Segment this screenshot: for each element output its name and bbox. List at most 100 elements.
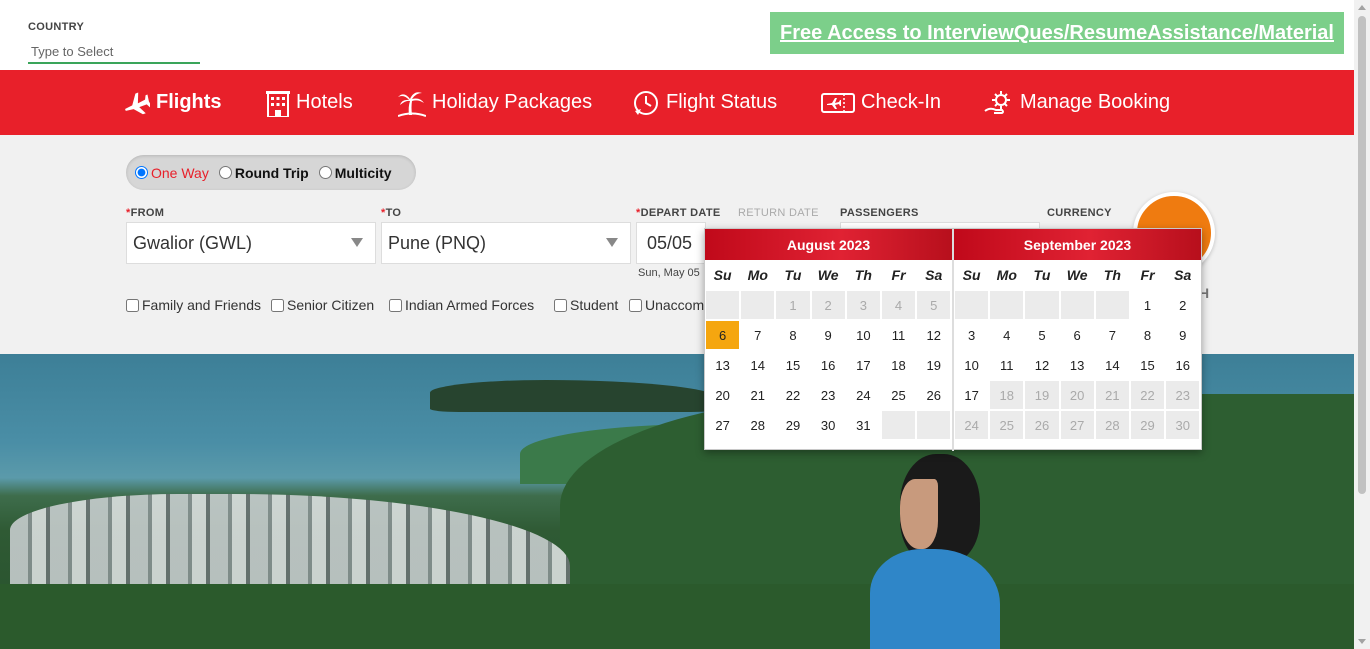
promo-banner[interactable]: Free Access to InterviewQues/ResumeAssis… bbox=[770, 12, 1344, 54]
calendar-day[interactable]: 20 bbox=[705, 380, 741, 410]
airplane-icon bbox=[122, 90, 150, 116]
calendar-day[interactable]: 11 bbox=[989, 350, 1025, 380]
page-scrollbar[interactable] bbox=[1354, 0, 1370, 649]
scrollbar-thumb[interactable] bbox=[1358, 16, 1366, 494]
discount-student[interactable]: Student bbox=[554, 297, 618, 313]
depart-date-input[interactable]: 05/05 bbox=[636, 222, 706, 264]
calendar-day[interactable]: 15 bbox=[775, 350, 811, 380]
calendar-day[interactable]: 16 bbox=[1165, 350, 1201, 380]
country-label: COUNTRY bbox=[28, 21, 85, 33]
calendar-day[interactable]: 12 bbox=[1024, 350, 1060, 380]
calendar-day[interactable]: 10 bbox=[954, 350, 990, 380]
calendar-day[interactable]: 30 bbox=[810, 410, 846, 440]
calendar-day[interactable]: 9 bbox=[1165, 320, 1201, 350]
discount-family-friends-checkbox[interactable] bbox=[126, 298, 139, 312]
calendar-day[interactable]: 8 bbox=[1129, 320, 1166, 350]
nav-manage-booking[interactable]: Manage Booking bbox=[984, 70, 1170, 135]
discount-label: Family and Friends bbox=[142, 297, 262, 313]
calendar-day[interactable]: 5 bbox=[1024, 320, 1060, 350]
chevron-down-icon bbox=[606, 238, 618, 247]
hero-headland bbox=[430, 380, 720, 412]
to-select[interactable]: Pune (PNQ) bbox=[381, 222, 631, 264]
calendar-day[interactable]: 12 bbox=[916, 320, 952, 350]
calendar-day: 2 bbox=[810, 290, 846, 320]
calendar-empty-cell bbox=[880, 410, 917, 440]
nav-label: Flights bbox=[156, 91, 222, 113]
calendar-day[interactable]: 17 bbox=[954, 380, 990, 410]
calendar-day[interactable]: 23 bbox=[810, 380, 846, 410]
weekday-label: Su bbox=[962, 267, 981, 283]
calendar-day[interactable]: 9 bbox=[810, 320, 846, 350]
calendar-day[interactable]: 24 bbox=[845, 380, 881, 410]
nav-check-in[interactable]: Check-In bbox=[821, 70, 941, 135]
calendar-month-title: September 2023 bbox=[954, 229, 1201, 260]
trip-round-trip-radio[interactable] bbox=[218, 166, 232, 179]
trip-one-way-radio[interactable] bbox=[135, 166, 148, 179]
discount-unaccompanied-checkbox[interactable] bbox=[629, 298, 642, 312]
discount-student-checkbox[interactable] bbox=[554, 298, 567, 312]
calendar-day[interactable]: 14 bbox=[1094, 350, 1130, 380]
nav-flight-status[interactable]: Flight Status bbox=[632, 70, 777, 135]
discount-family-friends[interactable]: Family and Friends bbox=[126, 297, 261, 313]
calendar-day[interactable]: 10 bbox=[845, 320, 881, 350]
discount-unaccompanied[interactable]: Unaccom bbox=[629, 297, 704, 313]
nav-flights[interactable]: Flights bbox=[122, 70, 222, 135]
nav-label: Hotels bbox=[296, 91, 353, 113]
calendar-day[interactable]: 13 bbox=[705, 350, 741, 380]
promo-link[interactable]: Free Access to InterviewQues/ResumeAssis… bbox=[780, 22, 1334, 45]
calendar-day[interactable]: 18 bbox=[880, 350, 917, 380]
calendar-day[interactable]: 21 bbox=[740, 380, 776, 410]
calendar-day[interactable]: 19 bbox=[916, 350, 952, 380]
trip-one-way[interactable]: One Way bbox=[135, 165, 209, 181]
country-input[interactable] bbox=[28, 40, 200, 64]
calendar-day[interactable]: 16 bbox=[810, 350, 846, 380]
calendar-day[interactable]: 17 bbox=[845, 350, 881, 380]
scroll-up-icon[interactable] bbox=[1358, 5, 1366, 10]
discount-label: Unaccom bbox=[645, 297, 705, 313]
calendar-day-today[interactable]: 6 bbox=[705, 320, 741, 350]
hotel-building-icon bbox=[266, 89, 290, 117]
calendar-day[interactable]: 29 bbox=[775, 410, 811, 440]
scroll-down-icon[interactable] bbox=[1358, 639, 1366, 644]
weekday-header: Su Mo Tu We Th Fr Sa bbox=[705, 260, 952, 290]
calendar-day[interactable]: 11 bbox=[880, 320, 917, 350]
date-picker: August 2023 Su Mo Tu We Th Fr Sa 1 2 3 4 5 6 7 8 9 10 11… bbox=[704, 228, 1202, 451]
weekday-label: Mo bbox=[747, 267, 768, 283]
depart-date-weekday: Sun, May 05 bbox=[638, 267, 700, 279]
trip-round-trip[interactable]: Round Trip bbox=[218, 165, 309, 181]
calendar-day[interactable]: 7 bbox=[740, 320, 776, 350]
weekday-label: Th bbox=[1103, 267, 1121, 283]
discount-armed-forces[interactable]: Indian Armed Forces bbox=[389, 297, 534, 313]
calendar-day[interactable]: 27 bbox=[705, 410, 741, 440]
calendar-day: 1 bbox=[775, 290, 811, 320]
discount-armed-forces-checkbox[interactable] bbox=[389, 298, 402, 312]
discount-senior-citizen-checkbox[interactable] bbox=[271, 298, 284, 312]
calendar-day[interactable]: 14 bbox=[740, 350, 776, 380]
weekday-label: Sa bbox=[925, 267, 943, 283]
chevron-down-icon bbox=[351, 238, 363, 247]
weekday-label: Sa bbox=[1174, 267, 1192, 283]
trip-multicity[interactable]: Multicity bbox=[318, 165, 392, 181]
calendar-day[interactable]: 3 bbox=[954, 320, 990, 350]
nav-holiday-packages[interactable]: Holiday Packages bbox=[398, 70, 592, 135]
from-value: Gwalior (GWL) bbox=[133, 232, 253, 253]
calendar-day[interactable]: 15 bbox=[1129, 350, 1166, 380]
calendar-day[interactable]: 4 bbox=[989, 320, 1025, 350]
calendar-day[interactable]: 6 bbox=[1059, 320, 1095, 350]
calendar-day[interactable]: 1 bbox=[1129, 290, 1166, 320]
trip-multicity-radio[interactable] bbox=[318, 166, 332, 179]
calendar-day[interactable]: 8 bbox=[775, 320, 811, 350]
calendar-day[interactable]: 13 bbox=[1059, 350, 1095, 380]
calendar-day[interactable]: 31 bbox=[845, 410, 881, 440]
calendar-day[interactable]: 25 bbox=[880, 380, 917, 410]
from-select[interactable]: Gwalior (GWL) bbox=[126, 222, 376, 264]
calendar-day[interactable]: 22 bbox=[775, 380, 811, 410]
nav-hotels[interactable]: Hotels bbox=[266, 70, 353, 135]
calendar-day[interactable]: 26 bbox=[916, 380, 952, 410]
calendar-day[interactable]: 28 bbox=[740, 410, 776, 440]
calendar-empty-cell bbox=[916, 410, 952, 440]
weekday-label: Tu bbox=[784, 267, 802, 283]
calendar-day[interactable]: 2 bbox=[1165, 290, 1201, 320]
discount-senior-citizen[interactable]: Senior Citizen bbox=[271, 297, 374, 313]
calendar-day[interactable]: 7 bbox=[1094, 320, 1130, 350]
